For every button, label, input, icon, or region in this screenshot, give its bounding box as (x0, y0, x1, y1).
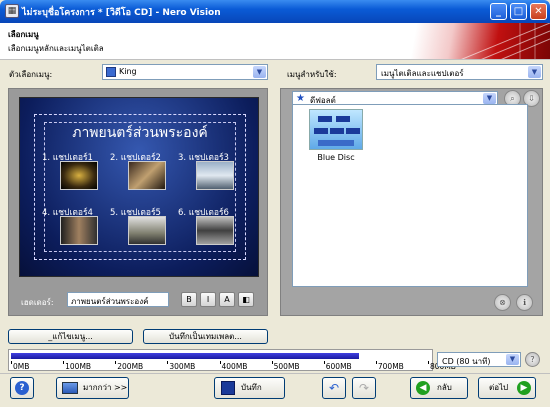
disc-type-combo[interactable]: CD (80 นาที) ▼ (437, 352, 521, 367)
header-title: เลือกเมนู (8, 30, 39, 39)
redo-icon: ↷ (358, 381, 370, 395)
menu-target-combo[interactable]: เมนูไตเติลและแชปเตอร์ ▼ (376, 64, 543, 80)
more-button-label: มากกว่า >> (83, 383, 128, 392)
capacity-tick-label: 700MB (377, 362, 404, 371)
capacity-tick (115, 361, 117, 364)
undo-button[interactable]: ↶ (322, 377, 346, 399)
menu-title[interactable]: ภาพยนตร์ส่วนพระองค์ (20, 122, 260, 144)
thumb-bar (336, 116, 350, 122)
next-arrow-icon: ▶ (517, 381, 531, 395)
delete-template-icon[interactable]: ⊗ (494, 294, 511, 311)
save-button-label: บันทึก (241, 383, 262, 392)
save-template-button[interactable]: บันทึกเป็นเทมเพลต... (143, 329, 268, 344)
menu-preview-panel: ภาพยนตร์ส่วนพระองค์ 1. แชปเตอร์1 2. แชปเ… (8, 88, 268, 316)
menu-target-label: เมนูสำหรับใช้: (287, 70, 337, 79)
header-field-label: เฮดเดอร์: (21, 298, 54, 307)
capacity-tick (11, 361, 12, 364)
chapter-2-thumbnail[interactable] (128, 161, 166, 190)
template-list[interactable]: Blue Disc (292, 104, 528, 287)
chevron-down-icon[interactable]: ▼ (506, 354, 519, 365)
menu-settings-combo[interactable]: King ▼ (102, 64, 268, 80)
thumb-bar (346, 128, 360, 134)
capacity-tick (63, 361, 65, 364)
chevron-down-icon[interactable]: ▼ (528, 66, 541, 78)
chapter-5-thumbnail[interactable] (128, 216, 166, 245)
minimize-button[interactable]: _ (490, 3, 507, 20)
thumb-bar (330, 128, 344, 134)
bold-format-icon[interactable]: B (181, 292, 197, 307)
window-title: ไม่ระบุชื่อโครงการ * [วิดีโอ CD] - Nero … (22, 8, 221, 18)
star-icon: ★ (296, 93, 305, 104)
close-button[interactable]: ✕ (530, 3, 547, 20)
template-thumbnail[interactable] (309, 109, 363, 150)
disc-type-value: CD (80 นาที) (442, 357, 491, 366)
italic-format-icon[interactable]: I (200, 292, 216, 307)
capacity-tick-label: 0MB (13, 362, 30, 371)
back-button[interactable]: ◀ กลับ (410, 377, 468, 399)
help-icon: ? (15, 381, 29, 395)
back-button-label: กลับ (437, 383, 452, 392)
capacity-tick-label: 100MB (65, 362, 92, 371)
next-button[interactable]: ต่อไป ▶ (478, 377, 536, 399)
app-icon[interactable]: ▦ (5, 4, 19, 18)
header-subtitle: เลือกเมนูหลักและเมนูไตเติล (8, 44, 104, 53)
capacity-tick (323, 361, 325, 364)
undo-icon: ↶ (328, 381, 340, 395)
back-arrow-icon: ◀ (416, 381, 430, 395)
chapter-1-thumbnail[interactable] (60, 161, 98, 190)
menu-preview-screen[interactable]: ภาพยนตร์ส่วนพระองค์ 1. แชปเตอร์1 2. แชปเ… (19, 97, 259, 277)
capacity-tick-label: 500MB (273, 362, 300, 371)
next-button-label: ต่อไป (489, 383, 509, 392)
floppy-disk-icon (221, 381, 235, 395)
capacity-tick-label: 400MB (221, 362, 248, 371)
info-template-icon[interactable]: ℹ (516, 294, 533, 311)
more-options-icon (62, 382, 78, 394)
menu-settings-label: ตัวเลือกเมนู: (9, 70, 53, 79)
capacity-bar: 0MB100MB200MB300MB400MB500MB600MB700MB80… (8, 349, 456, 371)
disc-info-icon[interactable]: ? (525, 352, 540, 367)
color-format-icon[interactable]: ◧ (238, 292, 254, 307)
menu-target-value: เมนูไตเติลและแชปเตอร์ (381, 69, 464, 78)
chevron-down-icon[interactable]: ▼ (483, 93, 496, 104)
template-panel: ★ ดีฟอลต์ ▼ ⌕ ⇩ Blue Disc ⊗ ℹ (280, 88, 543, 316)
thumb-bar (318, 116, 332, 122)
capacity-tick (271, 361, 273, 364)
capacity-tick-label: 300MB (169, 362, 196, 371)
chapter-3-thumbnail[interactable] (196, 161, 234, 190)
list-item[interactable]: Blue Disc (293, 105, 527, 175)
capacity-tick (428, 361, 429, 364)
help-button[interactable]: ? (10, 377, 34, 399)
capacity-tick (167, 361, 169, 364)
edit-menu-button[interactable]: _แก้ไขเมนู... (8, 329, 133, 344)
chapter-6-thumbnail[interactable] (196, 216, 234, 245)
wizard-header: เลือกเมนู เลือกเมนูหลักและเมนูไตเติล (0, 23, 550, 60)
maximize-button[interactable]: □ (510, 3, 527, 20)
capacity-tick (219, 361, 221, 364)
thumb-bar (318, 140, 354, 146)
header-banner-art (370, 23, 550, 59)
menu-settings-value: King (119, 67, 137, 76)
more-button[interactable]: มากกว่า >> (56, 377, 129, 399)
chapter-4-thumbnail[interactable] (60, 216, 98, 245)
font-format-icon[interactable]: A (219, 292, 235, 307)
capacity-fill (11, 353, 359, 359)
capacity-tick-label: 200MB (117, 362, 144, 371)
template-label: Blue Disc (317, 153, 355, 162)
theme-swatch-icon (106, 67, 116, 77)
thumb-bar (314, 128, 328, 134)
capacity-tick-label: 600MB (325, 362, 352, 371)
redo-button[interactable]: ↷ (352, 377, 376, 399)
header-field-input[interactable]: ภาพยนตร์ส่วนพระองค์ (67, 292, 169, 307)
chevron-down-icon[interactable]: ▼ (253, 66, 266, 78)
capacity-tick (375, 361, 377, 364)
save-button[interactable]: บันทึก (214, 377, 285, 399)
